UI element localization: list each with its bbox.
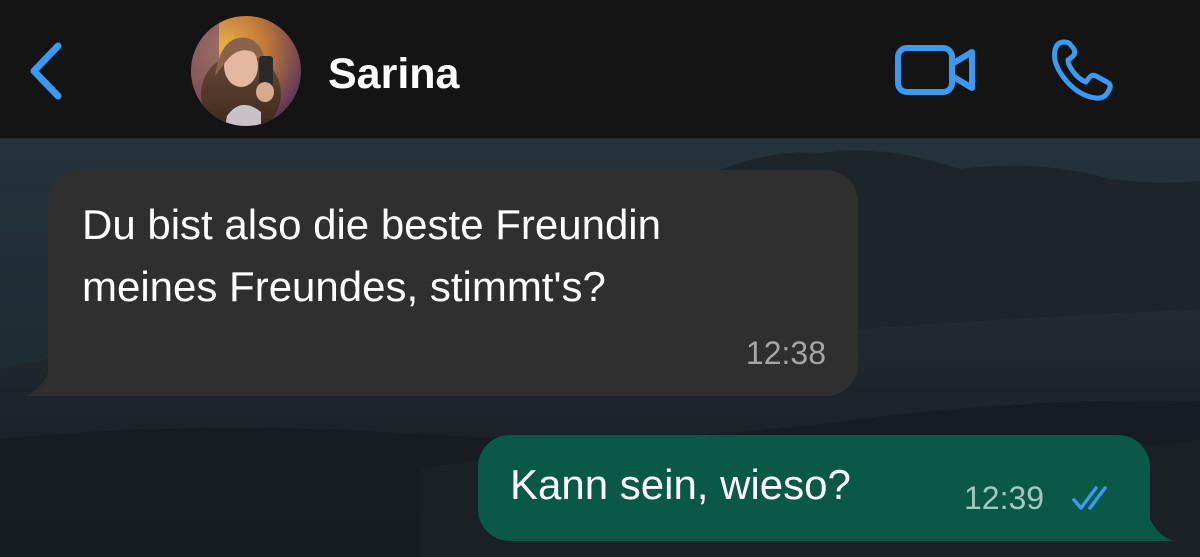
voice-call-button[interactable] [1046,36,1118,104]
message-timestamp: 12:39 [964,480,1045,516]
message-timestamp: 12:38 [745,335,826,371]
contact-avatar[interactable] [191,16,301,126]
bubble-tail [24,370,50,396]
video-camera-icon [895,45,975,95]
phone-icon [1051,39,1113,101]
double-check-icon [1072,486,1107,510]
chat-area[interactable]: Du bist also die beste Freundin meines F… [0,139,1200,557]
outgoing-message-bubble[interactable]: Kann sein, wieso? 12:39 [478,435,1174,541]
chat-header: Sarina [0,0,1200,139]
chevron-left-icon [30,42,62,100]
video-call-button[interactable] [890,40,980,100]
message-text: Kann sein, wieso? [510,461,851,508]
contact-name[interactable]: Sarina [328,46,459,102]
avatar-photo [191,16,301,126]
incoming-message-bubble[interactable]: Du bist also die beste Freundin meines F… [24,170,858,396]
message-text: Du bist also die beste Freundin meines F… [82,201,661,310]
back-button[interactable] [22,36,72,106]
bubble-tail [1148,515,1174,541]
